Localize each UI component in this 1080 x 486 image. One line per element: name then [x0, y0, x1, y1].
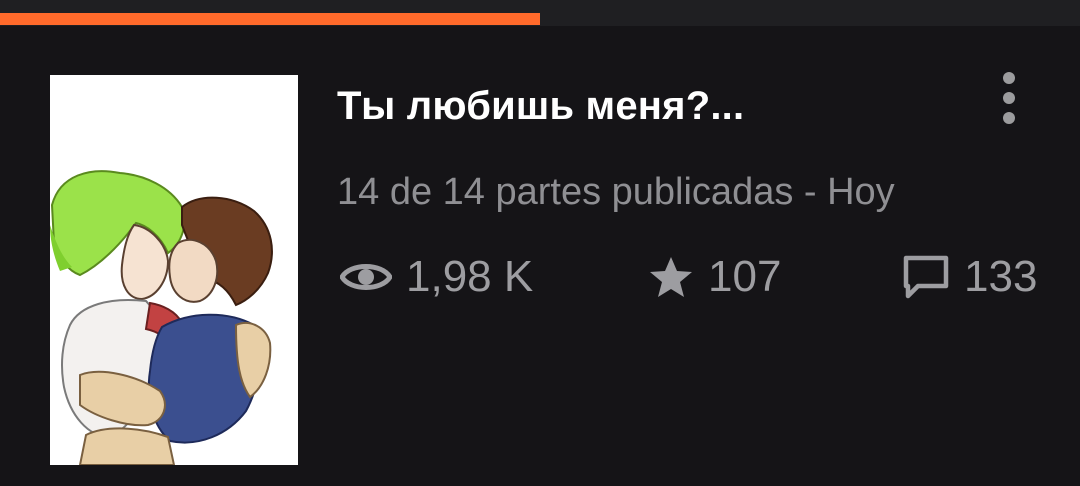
- comments-stat: 133: [902, 251, 1037, 303]
- votes-count: 107: [708, 252, 782, 301]
- reading-progress-bar: [0, 0, 1080, 26]
- comments-count: 133: [964, 252, 1038, 301]
- views-stat: 1,98 K: [340, 251, 533, 303]
- reading-progress-fill: [0, 13, 540, 25]
- story-card[interactable]: Ты любишь меня?... 14 de 14 partes publi…: [0, 26, 1080, 486]
- cover-illustration: [50, 75, 298, 465]
- eye-icon: [340, 264, 392, 290]
- story-screen: Ты любишь меня?... 14 de 14 partes publi…: [0, 0, 1080, 486]
- more-vertical-icon[interactable]: [994, 70, 1024, 126]
- star-icon: [650, 257, 692, 297]
- comment-icon: [903, 255, 949, 299]
- story-title[interactable]: Ты любишь меня?...: [337, 84, 744, 129]
- story-cover-image[interactable]: [50, 75, 298, 465]
- views-count: 1,98 K: [406, 252, 534, 301]
- story-parts-status: 14 de 14 partes publicadas - Hoy: [337, 171, 895, 213]
- votes-stat: 107: [648, 251, 781, 303]
